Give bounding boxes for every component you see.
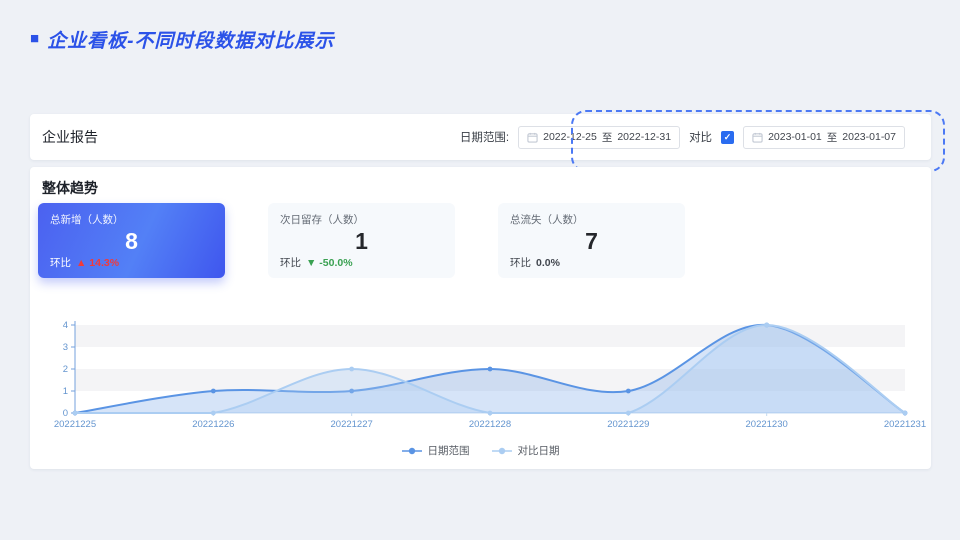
calendar-icon	[527, 132, 538, 143]
page-title-text: 企业看板-不同时段数据对比展示	[47, 31, 335, 52]
stat-delta-row: 环比 ▲ 14.3%	[50, 255, 213, 270]
legend-label: 日期范围	[427, 445, 470, 457]
stats-row: 总新增（人数） 8 环比 ▲ 14.3% 次日留存（人数） 1 环比 ▼ -50…	[38, 203, 685, 278]
legend-label: 对比日期	[517, 445, 560, 457]
range2-separator: 至	[826, 131, 838, 144]
stat-card-retention: 次日留存（人数） 1 环比 ▼ -50.0%	[268, 203, 455, 278]
stat-value: 7	[585, 227, 598, 254]
svg-text:2: 2	[63, 364, 68, 375]
stat-value: 1	[355, 227, 368, 254]
legend-line-dot-icon	[401, 447, 422, 454]
ratio-label: 环比	[280, 257, 301, 269]
stat-label: 次日留存（人数）	[280, 214, 364, 226]
chart-legend: 日期范围 对比日期	[30, 443, 931, 458]
trend-title: 整体趋势	[42, 180, 98, 196]
ratio-label: 环比	[510, 257, 531, 269]
svg-text:20221227: 20221227	[331, 419, 373, 430]
stat-delta: ▼ -50.0%	[306, 256, 353, 269]
stat-value: 8	[125, 227, 138, 254]
legend-item[interactable]: 对比日期	[491, 443, 560, 458]
legend-item[interactable]: 日期范围	[401, 443, 470, 458]
svg-text:20221225: 20221225	[54, 419, 96, 430]
report-card: 企业报告 日期范围: 2022-12-25 至 2022-12-31 对比 ✓	[30, 114, 931, 160]
svg-text:4: 4	[63, 320, 68, 331]
svg-text:20221228: 20221228	[469, 419, 511, 430]
legend-line-dot-icon	[491, 447, 512, 454]
trend-card: 整体趋势 总新增（人数） 8 环比 ▲ 14.3% 次日留存（人数） 1 环比 …	[30, 167, 931, 469]
stat-delta-row: 环比 0.0%	[510, 255, 673, 270]
svg-text:0: 0	[63, 408, 68, 419]
checkbox-check-icon: ✓	[723, 131, 732, 142]
date-range-label: 日期范围:	[459, 132, 510, 144]
page-title: ■ 企业看板-不同时段数据对比展示	[30, 26, 334, 53]
svg-text:20221231: 20221231	[884, 419, 926, 430]
stat-card-new-users: 总新增（人数） 8 环比 ▲ 14.3%	[38, 203, 225, 278]
stat-delta-row: 环比 ▼ -50.0%	[280, 255, 443, 270]
compare-checkbox[interactable]: ✓	[721, 130, 735, 144]
stat-label: 总新增（人数）	[50, 214, 124, 226]
trend-chart: 0 1 2 3 4 20221225 20221226 20221227 20221228 202…	[30, 319, 931, 458]
stat-label: 总流失（人数）	[510, 214, 584, 226]
stat-card-churn: 总流失（人数） 7 环比 0.0%	[498, 203, 685, 278]
compare-label: 对比	[689, 132, 713, 144]
range1-end: 2022-12-31	[617, 131, 672, 143]
stat-delta: ▲ 14.3%	[76, 256, 120, 269]
date-range-input-primary[interactable]: 2022-12-25 至 2022-12-31	[518, 125, 681, 149]
ratio-label: 环比	[50, 257, 71, 269]
svg-text:20221226: 20221226	[192, 419, 234, 430]
stat-delta: 0.0%	[536, 256, 560, 269]
title-square-icon: ■	[30, 30, 41, 47]
svg-text:3: 3	[63, 342, 68, 353]
date-controls: 日期范围: 2022-12-25 至 2022-12-31 对比 ✓ 2023-…	[459, 125, 905, 149]
range2-end: 2023-01-07	[842, 131, 896, 143]
calendar-icon	[752, 132, 763, 143]
date-range-input-compare[interactable]: 2023-01-01 至 2023-01-07	[743, 125, 905, 149]
range2-start: 2023-01-01	[768, 131, 822, 143]
range1-start: 2022-12-25	[543, 131, 597, 143]
svg-text:20221230: 20221230	[746, 419, 788, 430]
dashboard-page: { "page": { "title_marker": "■", "title"…	[0, 0, 960, 540]
range1-separator: 至	[601, 131, 613, 144]
svg-text:20221229: 20221229	[607, 419, 649, 430]
svg-text:1: 1	[63, 386, 68, 397]
trend-chart-plot: 0 1 2 3 4 20221225 20221226 20221227 20221228 202…	[54, 320, 926, 430]
report-title: 企业报告	[42, 129, 98, 145]
